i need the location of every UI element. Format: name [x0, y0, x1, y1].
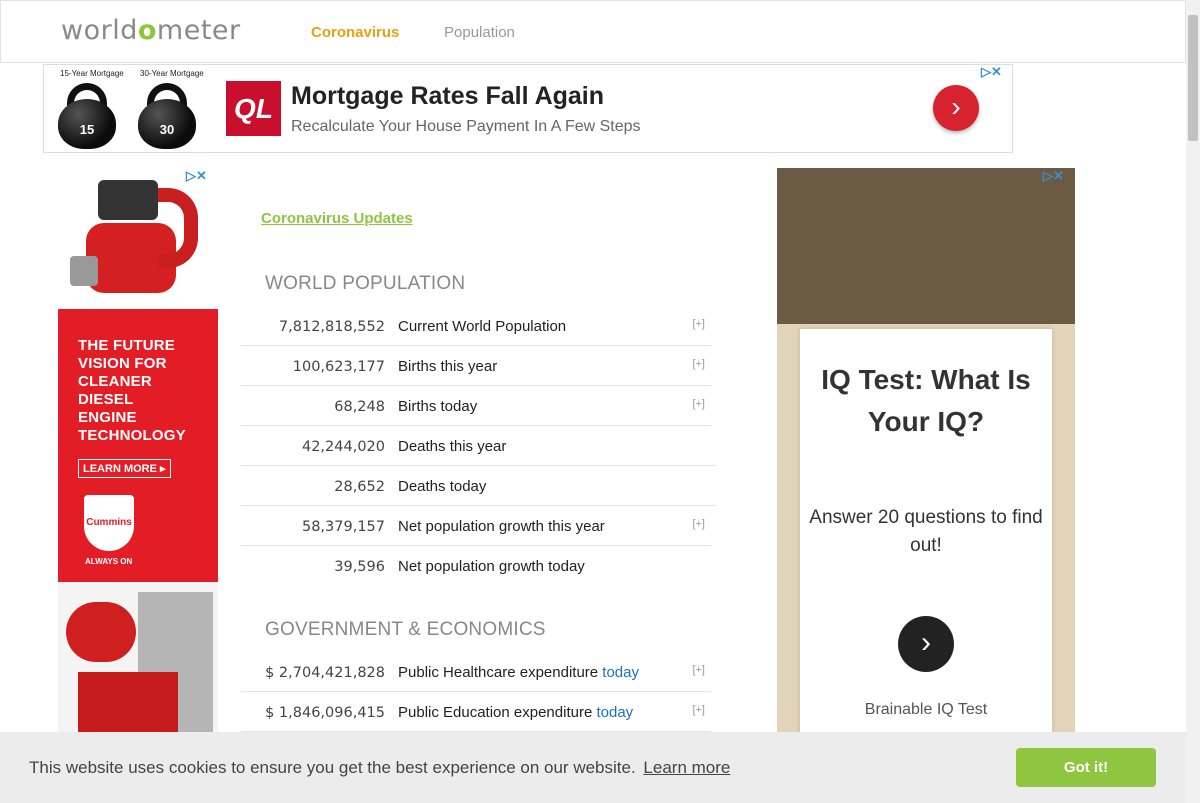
- accept-cookies-button[interactable]: Got it!: [1016, 748, 1156, 787]
- page-scrollbar[interactable]: [1186, 0, 1200, 803]
- expand-toggle[interactable]: [+]: [692, 704, 705, 716]
- expand-toggle[interactable]: [+]: [692, 664, 705, 676]
- stat-value: 39,596: [334, 559, 385, 575]
- nav-population[interactable]: Population: [444, 24, 515, 41]
- kettlebell-icon: 15: [58, 83, 116, 149]
- engine-cutaway-image: [58, 582, 218, 733]
- expand-toggle[interactable]: [+]: [692, 358, 705, 370]
- iq-ad-subtitle: Answer 20 questions to find out!: [809, 507, 1043, 556]
- table-row: 7,812,818,552 Current World Population […: [241, 306, 711, 346]
- stat-value: 100,623,177: [292, 359, 385, 375]
- ql-logo: QL: [226, 81, 281, 136]
- chevron-right-icon[interactable]: ›: [898, 616, 954, 672]
- section-title-government-economics: GOVERNMENT & ECONOMICS: [265, 619, 546, 640]
- stat-label: Net population growth this year: [398, 518, 605, 535]
- kettlebell-icon: 30: [138, 83, 196, 149]
- nav-coronavirus[interactable]: Coronavirus: [311, 24, 399, 41]
- stat-label: Current World Population: [398, 318, 567, 335]
- table-row: 42,244,020 Deaths this year: [241, 426, 716, 466]
- table-row: 28,652 Deaths today: [241, 466, 716, 506]
- scrollbar-thumb[interactable]: [1188, 15, 1198, 141]
- adchoices-icon[interactable]: ▷✕: [186, 168, 207, 184]
- iq-ad-card[interactable]: IQ Test: What Is Your IQ? Answer 20 ques…: [800, 329, 1052, 733]
- learn-more-link[interactable]: Learn more: [643, 758, 730, 777]
- worldometer-logo[interactable]: worldometer: [61, 15, 241, 46]
- coronavirus-updates-link[interactable]: Coronavirus Updates: [261, 210, 413, 227]
- top-navbar: worldometer Coronavirus Population: [0, 0, 1186, 63]
- stat-label: Deaths today: [398, 478, 487, 495]
- expand-toggle[interactable]: [+]: [692, 318, 705, 330]
- puzzle-background: [777, 168, 1075, 324]
- cookie-consent-bar: This website uses cookies to ensure you …: [0, 732, 1186, 803]
- table-row: 68,248 Births today [+]: [241, 386, 711, 426]
- stat-value: 68,248: [334, 399, 385, 415]
- stat-value: 28,652: [334, 479, 385, 495]
- stat-value: 42,244,020: [301, 439, 385, 455]
- stat-label: Births today: [398, 398, 478, 415]
- table-row: $ 1,846,096,415 Public Education expendi…: [241, 692, 711, 732]
- table-row: $ 2,704,421,828 Public Healthcare expend…: [241, 652, 711, 692]
- cummins-logo: Cummins: [84, 495, 134, 551]
- stat-label: Public Education expenditure today: [398, 704, 634, 721]
- adchoices-icon[interactable]: ▷✕: [981, 64, 1002, 80]
- stat-label: Net population growth today: [398, 558, 585, 575]
- top-banner-ad[interactable]: 15-Year Mortgage 30-Year Mortgage 15 30 …: [43, 64, 1013, 153]
- stat-label: Public Healthcare expenditure today: [398, 664, 639, 681]
- adchoices-icon[interactable]: ▷✕: [1043, 168, 1064, 184]
- engine-image: [58, 168, 218, 309]
- stat-value: 7,812,818,552: [278, 319, 385, 335]
- stat-value: 58,379,157: [301, 519, 385, 535]
- stat-value: $ 2,704,421,828: [265, 665, 385, 681]
- ad-red-panel: THE FUTURE VISION FOR CLEANER DIESEL ENG…: [58, 309, 218, 582]
- kettlebell-caption-30: 30-Year Mortgage: [140, 69, 204, 78]
- table-row: 100,623,177 Births this year [+]: [241, 346, 711, 386]
- ad-tagline: ALWAYS ON: [85, 557, 133, 566]
- ad-headline[interactable]: Mortgage Rates Fall Again: [291, 82, 604, 111]
- ad-slogan: THE FUTURE VISION FOR CLEANER DIESEL ENG…: [78, 337, 186, 444]
- today-link[interactable]: today: [602, 664, 639, 681]
- iq-ad-title: IQ Test: What Is Your IQ?: [821, 364, 1031, 437]
- stat-label: Deaths this year: [398, 438, 507, 455]
- expand-toggle[interactable]: [+]: [692, 398, 705, 410]
- today-link[interactable]: today: [596, 704, 633, 721]
- iq-ad-brand: Brainable IQ Test: [864, 701, 988, 718]
- kettlebell-caption-15: 15-Year Mortgage: [60, 69, 124, 78]
- table-row: 58,379,157 Net population growth this ye…: [241, 506, 711, 546]
- stat-value: $ 1,846,096,415: [265, 705, 385, 721]
- kettlebell-graphic: 15-Year Mortgage 30-Year Mortgage 15 30: [56, 69, 216, 151]
- expand-toggle[interactable]: [+]: [692, 518, 705, 530]
- stat-label: Births this year: [398, 358, 498, 375]
- chevron-right-icon[interactable]: ›: [933, 85, 979, 131]
- cookie-message: This website uses cookies to ensure you …: [29, 758, 731, 777]
- learn-more-button[interactable]: LEARN MORE ▸: [78, 459, 171, 478]
- section-title-world-population: WORLD POPULATION: [265, 273, 466, 294]
- right-iq-ad[interactable]: ▷✕ IQ Test: What Is Your IQ? Answer 20 q…: [777, 168, 1075, 733]
- left-skyscraper-ad[interactable]: ▷✕ THE FUTURE VISION FOR CLEANER DIESEL …: [58, 168, 218, 733]
- ad-subline: Recalculate Your House Payment In A Few …: [291, 118, 641, 135]
- table-row: 39,596 Net population growth today: [241, 546, 711, 586]
